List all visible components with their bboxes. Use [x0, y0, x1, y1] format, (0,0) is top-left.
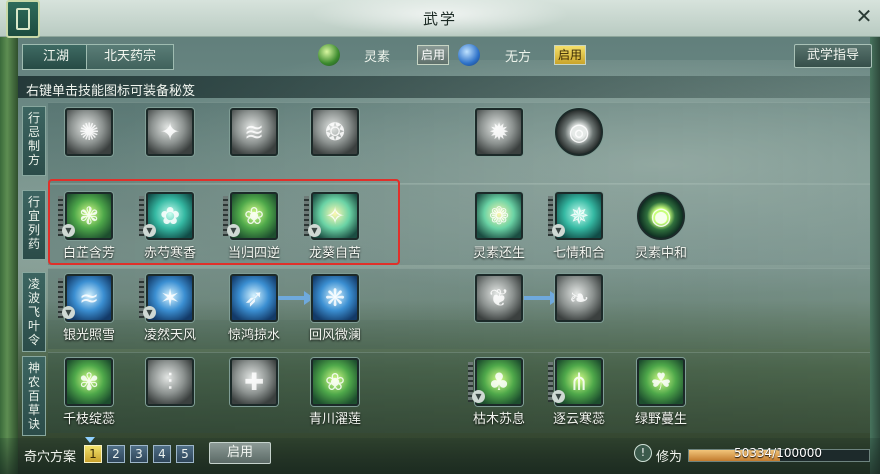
skill-blue-dash-icon[interactable]: ➶ — [230, 274, 278, 322]
row-label-text: 行忌制方 — [27, 111, 40, 167]
skill-name: 枯木苏息 — [472, 412, 525, 427]
tab-jianghu[interactable]: 江湖 — [22, 44, 90, 70]
plan-button-3[interactable]: 3 — [130, 445, 148, 463]
skill-gray-spiral-icon[interactable]: ❂ — [311, 108, 359, 156]
skill-green-lotus-icon[interactable]: ❁ — [475, 192, 523, 240]
row-label-text: 神农百草诀 — [27, 361, 40, 431]
skill-gray-cross-icon[interactable]: ✚ — [230, 358, 278, 406]
skill-name: 青川濯莲 — [308, 412, 361, 427]
skill-qingchuanzhuolian[interactable]: ❀ 青川濯莲 — [290, 356, 380, 436]
skill-slot[interactable]: ≋ — [209, 106, 299, 186]
tab-beitianyaozong[interactable]: 北天药宗 — [86, 44, 174, 70]
skill-blue-swirl-icon[interactable]: ❋ — [311, 274, 359, 322]
chevron-down-icon[interactable]: ▼ — [552, 390, 565, 403]
acupoint-plan-label: 奇穴方案 — [24, 450, 77, 465]
lingsu-label: 灵素 — [364, 50, 391, 65]
skill-green-bloom-icon[interactable]: ✾ — [65, 358, 113, 406]
skill-gray-roots-icon[interactable]: ⫶ — [146, 358, 194, 406]
skill-name: 绿野蔓生 — [634, 412, 687, 427]
skill-gray-blade-icon[interactable]: ✦ — [146, 108, 194, 156]
skill-name: 逐云寒蕊 — [552, 412, 605, 427]
skill-slot[interactable]: ✦ — [125, 106, 215, 186]
info-icon[interactable]: ! — [634, 444, 652, 462]
skill-name: 回风微澜 — [308, 328, 361, 343]
skill-gray-leaf-icon[interactable]: ❧ — [555, 274, 603, 322]
window-title: 武学 — [422, 10, 457, 28]
highlight-frame — [48, 179, 400, 265]
skill-gray-feather-icon[interactable]: ❦ — [475, 274, 523, 322]
skill-slot[interactable]: ✺ — [44, 106, 134, 186]
skill-name: 灵素还生 — [472, 246, 525, 261]
skill-name: 凌然天风 — [143, 328, 196, 343]
skill-lingrantianfeng[interactable]: ✶ ▼ 凌然天风 — [125, 272, 215, 352]
hint-text: 右键单击技能图标可装备秘笈 — [26, 84, 196, 99]
right-edge-decoration — [870, 0, 880, 474]
lingsu-enable-button[interactable]: 启用 — [417, 45, 449, 65]
skill-lvyemansheng[interactable]: ☘ 绿野蔓生 — [616, 356, 706, 436]
chevron-down-icon[interactable]: ▼ — [552, 224, 565, 237]
chevron-down-icon[interactable]: ▼ — [143, 306, 156, 319]
skill-name: 千枝绽蕊 — [62, 412, 115, 427]
lingsu-orb-icon — [318, 44, 340, 66]
skill-slot[interactable]: ✚ — [209, 356, 299, 436]
plan-button-5[interactable]: 5 — [176, 445, 194, 463]
skill-slot[interactable]: ❧ — [534, 272, 624, 352]
left-edge-decoration — [0, 0, 18, 474]
apply-plan-button[interactable]: 启用 — [209, 442, 271, 464]
skill-slot[interactable]: ✹ — [454, 106, 544, 186]
martial-arts-window: 武学 ✕ 江湖 北天药宗 灵素 启用 无方 启用 武学指导 右键单击技能图标可装… — [0, 0, 880, 474]
skill-name: 银光照雪 — [62, 328, 115, 343]
martial-guide-button[interactable]: 武学指导 — [794, 44, 872, 68]
skill-gray-wave-icon[interactable]: ≋ — [230, 108, 278, 156]
chevron-down-icon[interactable]: ▼ — [472, 390, 485, 403]
skill-slot[interactable]: ◎ — [534, 106, 624, 186]
skill-green-vine-icon[interactable]: ☘ — [637, 358, 685, 406]
skill-zhuyunhanrui[interactable]: ⋔ ▼ 逐云寒蕊 — [534, 356, 624, 436]
skill-qianzhizhanrui[interactable]: ✾ 千枝绽蕊 — [44, 356, 134, 436]
skill-green-ring-icon[interactable]: ◉ — [637, 192, 685, 240]
wufang-label: 无方 — [505, 50, 532, 65]
skill-lingsuhuansheng[interactable]: ❁ 灵素还生 — [454, 190, 544, 270]
wufang-orb-icon — [458, 44, 480, 66]
skill-lingsuzhonghe[interactable]: ◉ 灵素中和 — [616, 190, 706, 270]
skill-yinguangzhaoxue[interactable]: ≈ ▼ 银光照雪 — [44, 272, 134, 352]
skill-slot[interactable]: ❂ — [290, 106, 380, 186]
row-label-shennongbaicaojue: 神农百草诀 — [22, 356, 46, 436]
skill-gray-swirl-icon[interactable]: ✺ — [65, 108, 113, 156]
title-bar: 武学 ✕ — [0, 0, 880, 38]
skill-jinghonglueshui[interactable]: ➶ 惊鸿掠水 — [209, 272, 299, 352]
skill-name: 灵素中和 — [634, 246, 687, 261]
skill-name: 惊鸿掠水 — [227, 328, 280, 343]
plan-button-2[interactable]: 2 — [107, 445, 125, 463]
close-icon[interactable]: ✕ — [852, 4, 876, 28]
row-label-xingjizhifang: 行忌制方 — [22, 106, 46, 176]
row-label-text: 凌波飞叶令 — [27, 277, 40, 347]
skill-kumusuxi[interactable]: ♣ ▼ 枯木苏息 — [454, 356, 544, 436]
skill-gray-whirl-icon[interactable]: ✹ — [475, 108, 523, 156]
skill-qiqinghehe[interactable]: ✵ ▼ 七情和合 — [534, 190, 624, 270]
active-plan-marker-icon — [85, 437, 95, 443]
cultivation-progress-text: 50334/100000 — [733, 446, 823, 460]
cultivation-label: 修为 — [656, 450, 683, 465]
chevron-down-icon[interactable]: ▼ — [62, 306, 75, 319]
wufang-enable-button[interactable]: 启用 — [554, 45, 586, 65]
plan-button-4[interactable]: 4 — [153, 445, 171, 463]
skill-green-lotus-icon[interactable]: ❀ — [311, 358, 359, 406]
row-label-text: 行宜列药 — [27, 195, 40, 251]
plan-button-1[interactable]: 1 — [84, 445, 102, 463]
skill-slot[interactable]: ⫶ — [125, 356, 215, 436]
skill-huifengweilan[interactable]: ❋ 回风微澜 — [290, 272, 380, 352]
skill-slot[interactable]: ❦ — [454, 272, 544, 352]
skill-name: 七情和合 — [552, 246, 605, 261]
skill-gray-ring-icon[interactable]: ◎ — [555, 108, 603, 156]
row-label-lingbofeiyeling: 凌波飞叶令 — [22, 272, 46, 352]
row-label-xingyilieyao: 行宜列药 — [22, 190, 46, 260]
